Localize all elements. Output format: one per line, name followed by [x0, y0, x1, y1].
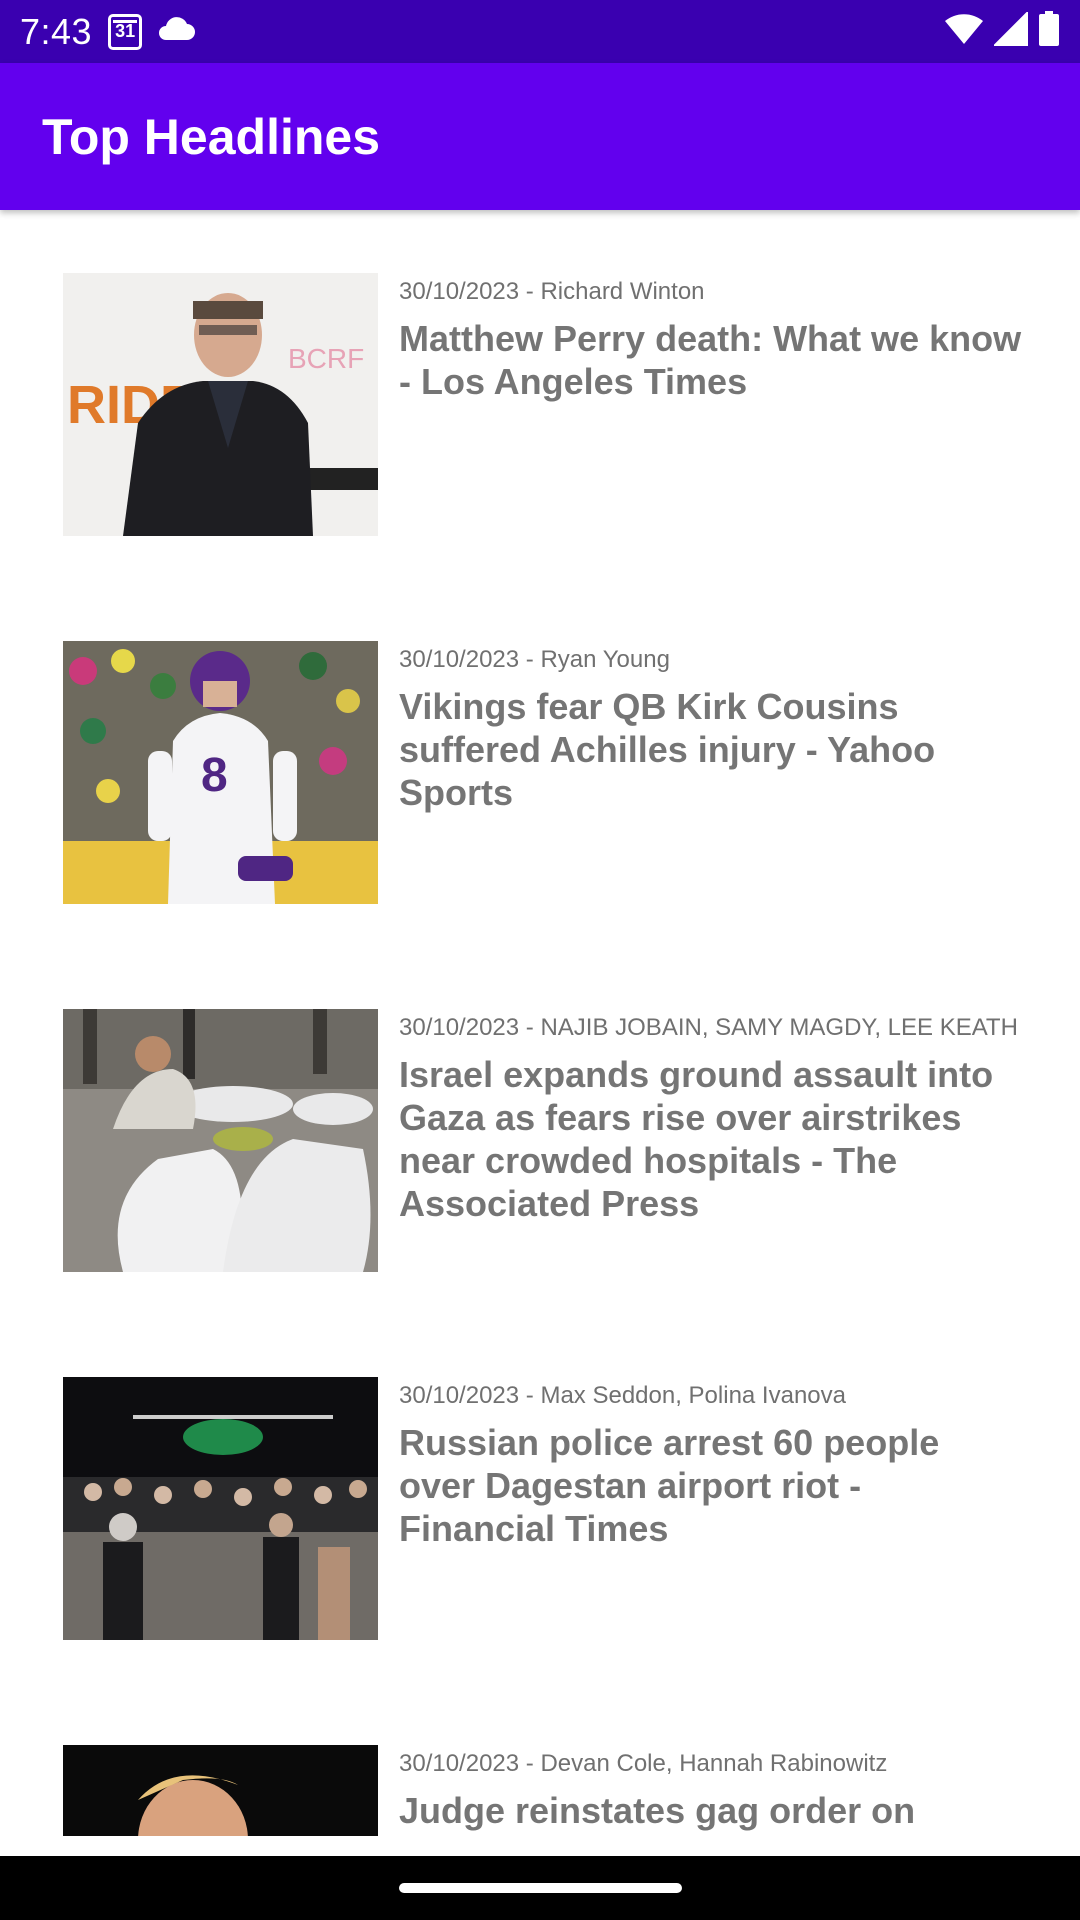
headline-list[interactable]: RIDE BCRF 30/10/2023 - Richard Winton Ma…: [0, 210, 1080, 1856]
article-item[interactable]: 30/10/2023 - NAJIB JOBAIN, SAMY MAGDY, L…: [63, 1009, 1023, 1273]
article-date: 30/10/2023: [399, 1750, 520, 1777]
article-title: Israel expands ground assault into Gaza …: [399, 1054, 994, 1224]
article-image: RIDE BCRF: [63, 273, 378, 536]
article-date: 30/10/2023: [399, 646, 520, 673]
article-title: Matthew Perry death: What we know - Los …: [399, 318, 1022, 402]
article-item[interactable]: 8 30/10/2023 - Ryan Young Vikings fear Q…: [63, 641, 1023, 905]
cloud-icon: [156, 16, 196, 47]
article-date: 30/10/2023: [399, 1014, 520, 1041]
page-title: Top Headlines: [42, 108, 381, 165]
article-item[interactable]: 30/10/2023 - Devan Cole, Hannah Rabinowi…: [63, 1745, 1023, 1856]
article-title: Russian police arrest 60 people over Dag…: [399, 1422, 940, 1549]
article-authors: NAJIB JOBAIN, SAMY MAGDY, LEE KEATH: [540, 1014, 1018, 1041]
article-title: Vikings fear QB Kirk Cousins suffered Ac…: [399, 686, 936, 813]
article-date: 30/10/2023: [399, 1382, 520, 1409]
svg-text:8: 8: [201, 749, 228, 802]
article-authors: Ryan Young: [540, 646, 670, 673]
signal-icon: [992, 10, 1028, 51]
svg-text:BCRF: BCRF: [288, 343, 364, 374]
article-authors: Richard Winton: [540, 278, 705, 305]
article-image: [63, 1745, 378, 1836]
article-date: 30/10/2023: [399, 278, 520, 305]
battery-icon: [1038, 11, 1060, 52]
app-bar: Top Headlines: [0, 63, 1080, 210]
wifi-icon: [944, 12, 984, 51]
status-bar: 7:43 31: [0, 0, 1080, 63]
home-gesture-handle[interactable]: [399, 1883, 682, 1893]
article-authors: Max Seddon, Polina Ivanova: [540, 1382, 846, 1409]
article-image: 8: [63, 641, 378, 904]
article-authors: Devan Cole, Hannah Rabinowitz: [540, 1750, 888, 1777]
calendar-icon: 31: [108, 13, 143, 50]
article-item[interactable]: RIDE BCRF 30/10/2023 - Richard Winton Ma…: [63, 273, 1023, 537]
article-image: [63, 1009, 378, 1272]
status-time: 7:43: [20, 10, 93, 52]
article-title: Judge reinstates gag order on: [399, 1790, 916, 1831]
article-item[interactable]: 30/10/2023 - Max Seddon, Polina Ivanova …: [63, 1377, 1023, 1641]
article-image: [63, 1377, 378, 1640]
